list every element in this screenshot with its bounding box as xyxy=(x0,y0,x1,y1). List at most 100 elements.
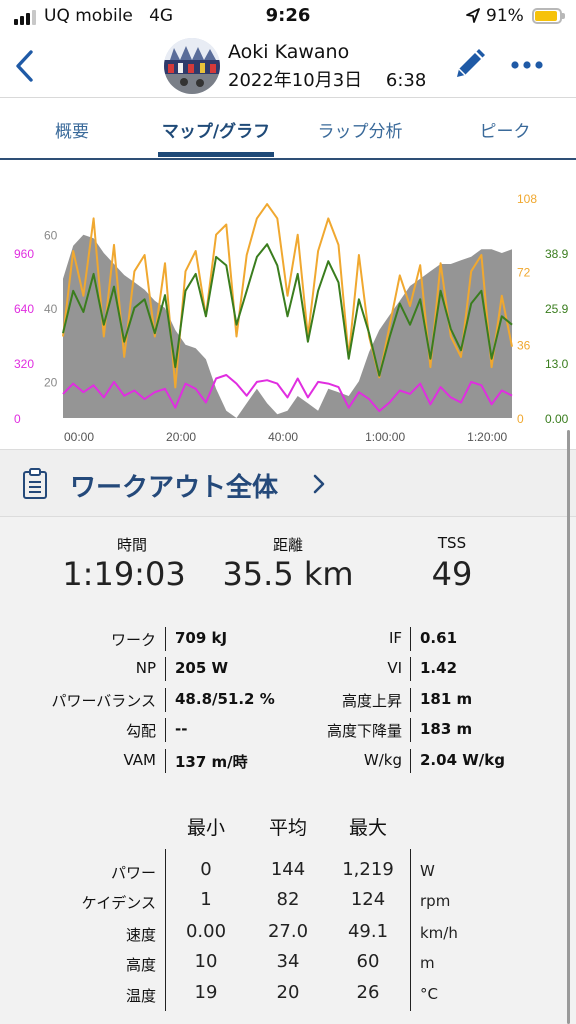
metric-label-right-2: 高度上昇 xyxy=(341,692,402,710)
stats-unit: m xyxy=(420,954,435,972)
elevation-axis-tick: 60 xyxy=(44,229,58,243)
stats-row-label: ケイデンス xyxy=(81,894,156,912)
speed-axis-tick: 25.9 xyxy=(545,302,569,316)
stats-avg-value: 144 xyxy=(270,859,306,880)
stats-min-value: 10 xyxy=(194,951,218,972)
summary-value-tss: 49 xyxy=(431,555,473,593)
cadence-axis-tick: 108 xyxy=(517,192,537,206)
power-axis-tick: 960 xyxy=(14,247,34,261)
avatar-photo-icon xyxy=(164,38,220,94)
chart-svg: 960 640 320 0 60 40 20 108 72 36 0 38.9 25.9 13.0 0.00… xyxy=(14,192,569,444)
speed-axis-tick: 38.9 xyxy=(545,247,569,261)
stats-avg-value: 20 xyxy=(276,982,300,1003)
elevation-axis-tick: 20 xyxy=(44,375,58,389)
metric-divider xyxy=(410,657,411,681)
metric-label-right-4: W/kg xyxy=(363,751,402,769)
metric-label-left-4: VAM xyxy=(123,751,156,769)
metric-divider xyxy=(165,749,166,773)
avatar[interactable] xyxy=(164,38,220,94)
battery-icon xyxy=(532,8,565,24)
workout-chart[interactable]: 960 640 320 0 60 40 20 108 72 36 0 38.9 25.9 13.0 0.00… xyxy=(0,160,576,449)
metric-label-left-3: 勾配 xyxy=(125,722,156,740)
x-axis-tick: 40:00 xyxy=(268,430,298,444)
cadence-axis-tick: 0 xyxy=(517,412,524,426)
metric-label-left-2: パワーバランス xyxy=(51,692,156,710)
speed-axis-tick: 13.0 xyxy=(545,357,569,371)
stats-unit: °C xyxy=(420,985,438,1003)
more-options-icon[interactable] xyxy=(510,58,544,72)
stats-min-value: 0.00 xyxy=(185,921,227,942)
stats-avg-value: 34 xyxy=(276,951,300,972)
stats-max-value: 124 xyxy=(350,889,386,910)
stats-unit: rpm xyxy=(420,892,451,910)
workout-section-title[interactable]: ワークアウト全体 xyxy=(70,467,278,504)
metric-value-left-4: 137 m/時 xyxy=(175,753,248,771)
x-axis-tick: 1:20:00 xyxy=(467,430,507,444)
tab-peak[interactable]: ピーク xyxy=(460,117,550,142)
metric-divider xyxy=(410,627,411,651)
stats-max-value: 49.1 xyxy=(347,921,389,942)
stats-divider xyxy=(165,849,166,1011)
stats-unit: km/h xyxy=(420,924,458,942)
active-tab-indicator xyxy=(158,152,274,157)
stats-max-value: 1,219 xyxy=(342,859,394,880)
stats-min-value: 1 xyxy=(200,889,212,910)
tab-overview[interactable]: 概要 xyxy=(32,117,112,142)
location-arrow-icon xyxy=(466,8,480,23)
metric-value-left-1: 205 W xyxy=(175,659,229,677)
x-axis-tick: 20:00 xyxy=(166,430,196,444)
activity-header: Aoki Kawano 2022年10月3日 6:38 xyxy=(0,34,576,98)
metric-value-right-4: 2.04 W/kg xyxy=(420,751,505,769)
clipboard-icon xyxy=(23,468,47,499)
stats-max-value: 26 xyxy=(356,982,380,1003)
power-axis-tick: 0 xyxy=(14,412,21,426)
metric-label-right-0: IF xyxy=(388,629,402,647)
tab-lap-analysis[interactable]: ラップ分析 xyxy=(300,117,420,142)
metric-label-left-0: ワーク xyxy=(110,631,156,649)
power-axis-tick: 320 xyxy=(14,357,34,371)
metric-label-left-1: NP xyxy=(135,659,156,677)
metric-divider xyxy=(165,657,166,681)
metric-divider xyxy=(410,718,411,742)
stats-header-max: 最大 xyxy=(348,817,387,839)
cadence-axis-tick: 36 xyxy=(517,339,531,353)
metric-value-right-2: 181 m xyxy=(420,690,473,708)
summary-label-distance: 距離 xyxy=(272,536,303,554)
elevation-axis-tick: 40 xyxy=(44,302,58,316)
scroll-indicator xyxy=(567,430,570,1024)
battery-percent: 91% xyxy=(486,6,524,26)
stats-header-avg: 平均 xyxy=(268,817,307,839)
metric-value-right-0: 0.61 xyxy=(420,629,458,647)
workout-section-header[interactable]: ワークアウト全体 xyxy=(0,449,576,517)
summary-label-tss: TSS xyxy=(437,534,467,552)
back-chevron-icon[interactable] xyxy=(12,48,40,84)
user-name: Aoki Kawano xyxy=(228,41,350,63)
stats-unit: W xyxy=(420,862,435,880)
metric-value-right-1: 1.42 xyxy=(420,659,458,677)
metric-value-left-3: -- xyxy=(175,720,188,738)
x-axis-tick: 1:00:00 xyxy=(365,430,405,444)
chevron-right-icon[interactable] xyxy=(312,474,326,494)
edit-pencil-icon[interactable] xyxy=(450,46,488,84)
x-axis-tick: 00:00 xyxy=(64,430,94,444)
stats-row-label: 温度 xyxy=(125,987,156,1005)
stats-avg-value: 27.0 xyxy=(267,921,309,942)
stats-max-value: 60 xyxy=(356,951,380,972)
activity-datetime: 2022年10月3日 6:38 xyxy=(228,70,427,91)
stats-row-label: パワー xyxy=(110,864,156,882)
speed-axis-tick: 0.00 xyxy=(545,412,569,426)
workout-details: 時間 1:19:03 距離 35.5 km TSS 49 ワーク 709 kJ NP… xyxy=(0,517,576,1024)
status-bar: UQ mobile 4G 9:26 91% xyxy=(0,0,576,34)
stats-header-min: 最小 xyxy=(186,817,225,839)
metric-divider xyxy=(410,749,411,773)
stats-min-value: 0 xyxy=(200,859,212,880)
metric-divider xyxy=(165,627,166,651)
power-axis-tick: 640 xyxy=(14,302,34,316)
metric-divider xyxy=(165,718,166,742)
summary-label-time: 時間 xyxy=(116,536,147,554)
stats-min-value: 19 xyxy=(194,982,218,1003)
metric-value-left-0: 709 kJ xyxy=(175,629,228,647)
stats-row-label: 速度 xyxy=(125,926,156,944)
metric-label-right-1: VI xyxy=(387,659,402,677)
tab-map-graph[interactable]: マップ/グラフ xyxy=(150,117,282,142)
